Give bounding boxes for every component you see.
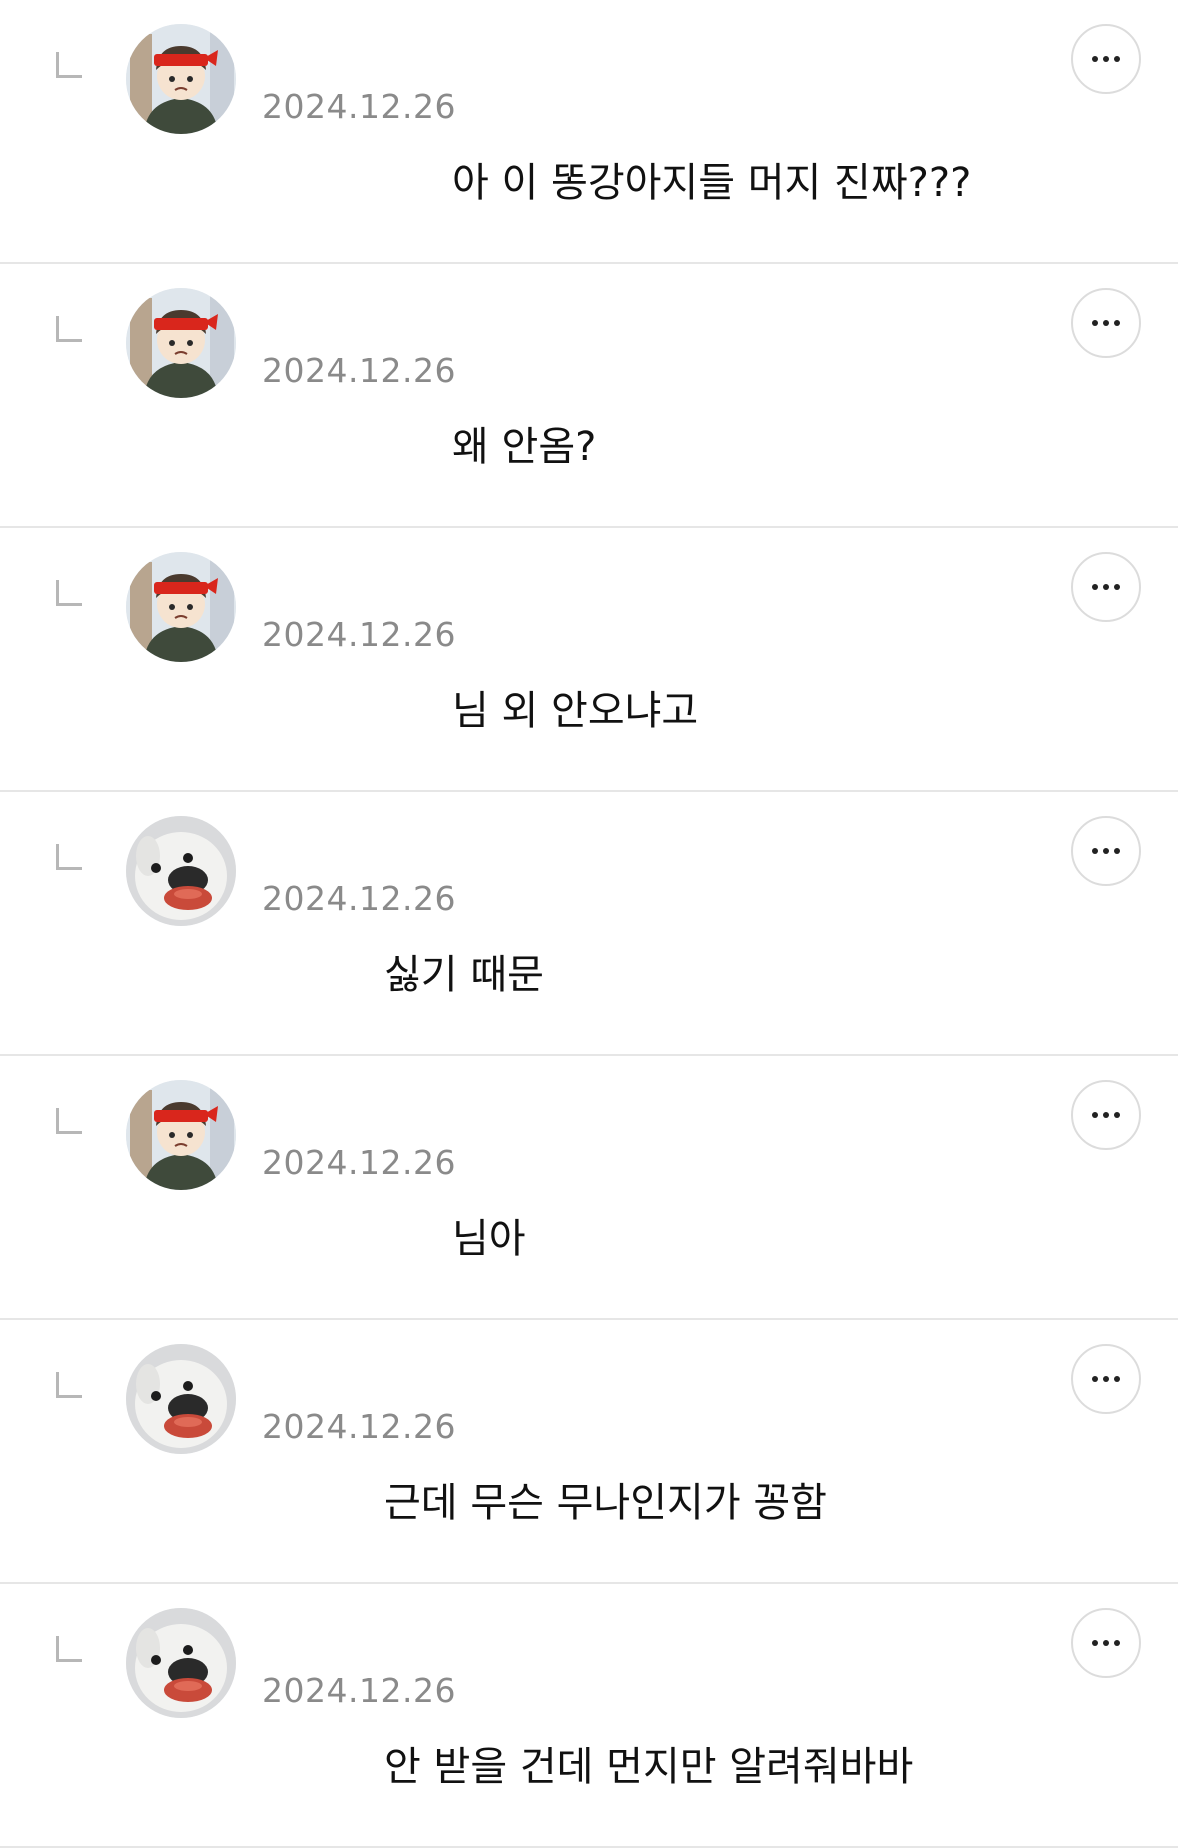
comment-date: 2024.12.26	[262, 1671, 456, 1710]
comment-list: 2024.12.26 아 이 똥강아지들 머지 진짜??? 2024.12.26…	[0, 0, 1178, 1848]
more-horizontal-icon	[1092, 584, 1120, 590]
comment-text: 아 이 똥강아지들 머지 진짜???	[452, 160, 972, 206]
more-options-button[interactable]	[1071, 816, 1141, 886]
more-horizontal-icon	[1092, 1112, 1120, 1118]
reply-indicator-icon	[56, 1108, 82, 1134]
comment-date: 2024.12.26	[262, 615, 456, 654]
more-options-button[interactable]	[1071, 1080, 1141, 1150]
comment-date: 2024.12.26	[262, 1407, 456, 1446]
more-horizontal-icon	[1092, 320, 1120, 326]
more-options-button[interactable]	[1071, 288, 1141, 358]
more-options-button[interactable]	[1071, 1608, 1141, 1678]
comment-item: 2024.12.26 안 받을 건데 먼지만 알려줘바바	[0, 1584, 1178, 1848]
more-horizontal-icon	[1092, 56, 1120, 62]
comment-text: 왜 안옴?	[452, 424, 597, 470]
comment-text: 싫기 때문	[384, 952, 544, 998]
reply-indicator-icon	[56, 580, 82, 606]
boy-avatar-icon[interactable]	[126, 552, 236, 662]
comment-date: 2024.12.26	[262, 879, 456, 918]
comment-text: 님 외 안오냐고	[452, 688, 699, 734]
reply-indicator-icon	[56, 1636, 82, 1662]
comment-text: 님아	[452, 1216, 526, 1262]
dog-avatar-icon[interactable]	[126, 1344, 236, 1454]
more-horizontal-icon	[1092, 848, 1120, 854]
comment-date: 2024.12.26	[262, 1143, 456, 1182]
comment-item: 2024.12.26 아 이 똥강아지들 머지 진짜???	[0, 0, 1178, 264]
more-horizontal-icon	[1092, 1640, 1120, 1646]
more-options-button[interactable]	[1071, 1344, 1141, 1414]
comment-item: 2024.12.26 싫기 때문	[0, 792, 1178, 1056]
reply-indicator-icon	[56, 844, 82, 870]
more-options-button[interactable]	[1071, 552, 1141, 622]
more-options-button[interactable]	[1071, 24, 1141, 94]
dog-avatar-icon[interactable]	[126, 1608, 236, 1718]
comment-date: 2024.12.26	[262, 351, 456, 390]
reply-indicator-icon	[56, 316, 82, 342]
boy-avatar-icon[interactable]	[126, 288, 236, 398]
reply-indicator-icon	[56, 1372, 82, 1398]
boy-avatar-icon[interactable]	[126, 1080, 236, 1190]
comment-text: 근데 무슨 무나인지가 꽁함	[384, 1480, 827, 1526]
comment-item: 2024.12.26 님 외 안오냐고	[0, 528, 1178, 792]
more-horizontal-icon	[1092, 1376, 1120, 1382]
comment-item: 2024.12.26 님아	[0, 1056, 1178, 1320]
comment-date: 2024.12.26	[262, 87, 456, 126]
boy-avatar-icon[interactable]	[126, 24, 236, 134]
comment-item: 2024.12.26 근데 무슨 무나인지가 꽁함	[0, 1320, 1178, 1584]
dog-avatar-icon[interactable]	[126, 816, 236, 926]
comment-text: 안 받을 건데 먼지만 알려줘바바	[384, 1744, 914, 1790]
reply-indicator-icon	[56, 52, 82, 78]
comment-item: 2024.12.26 왜 안옴?	[0, 264, 1178, 528]
